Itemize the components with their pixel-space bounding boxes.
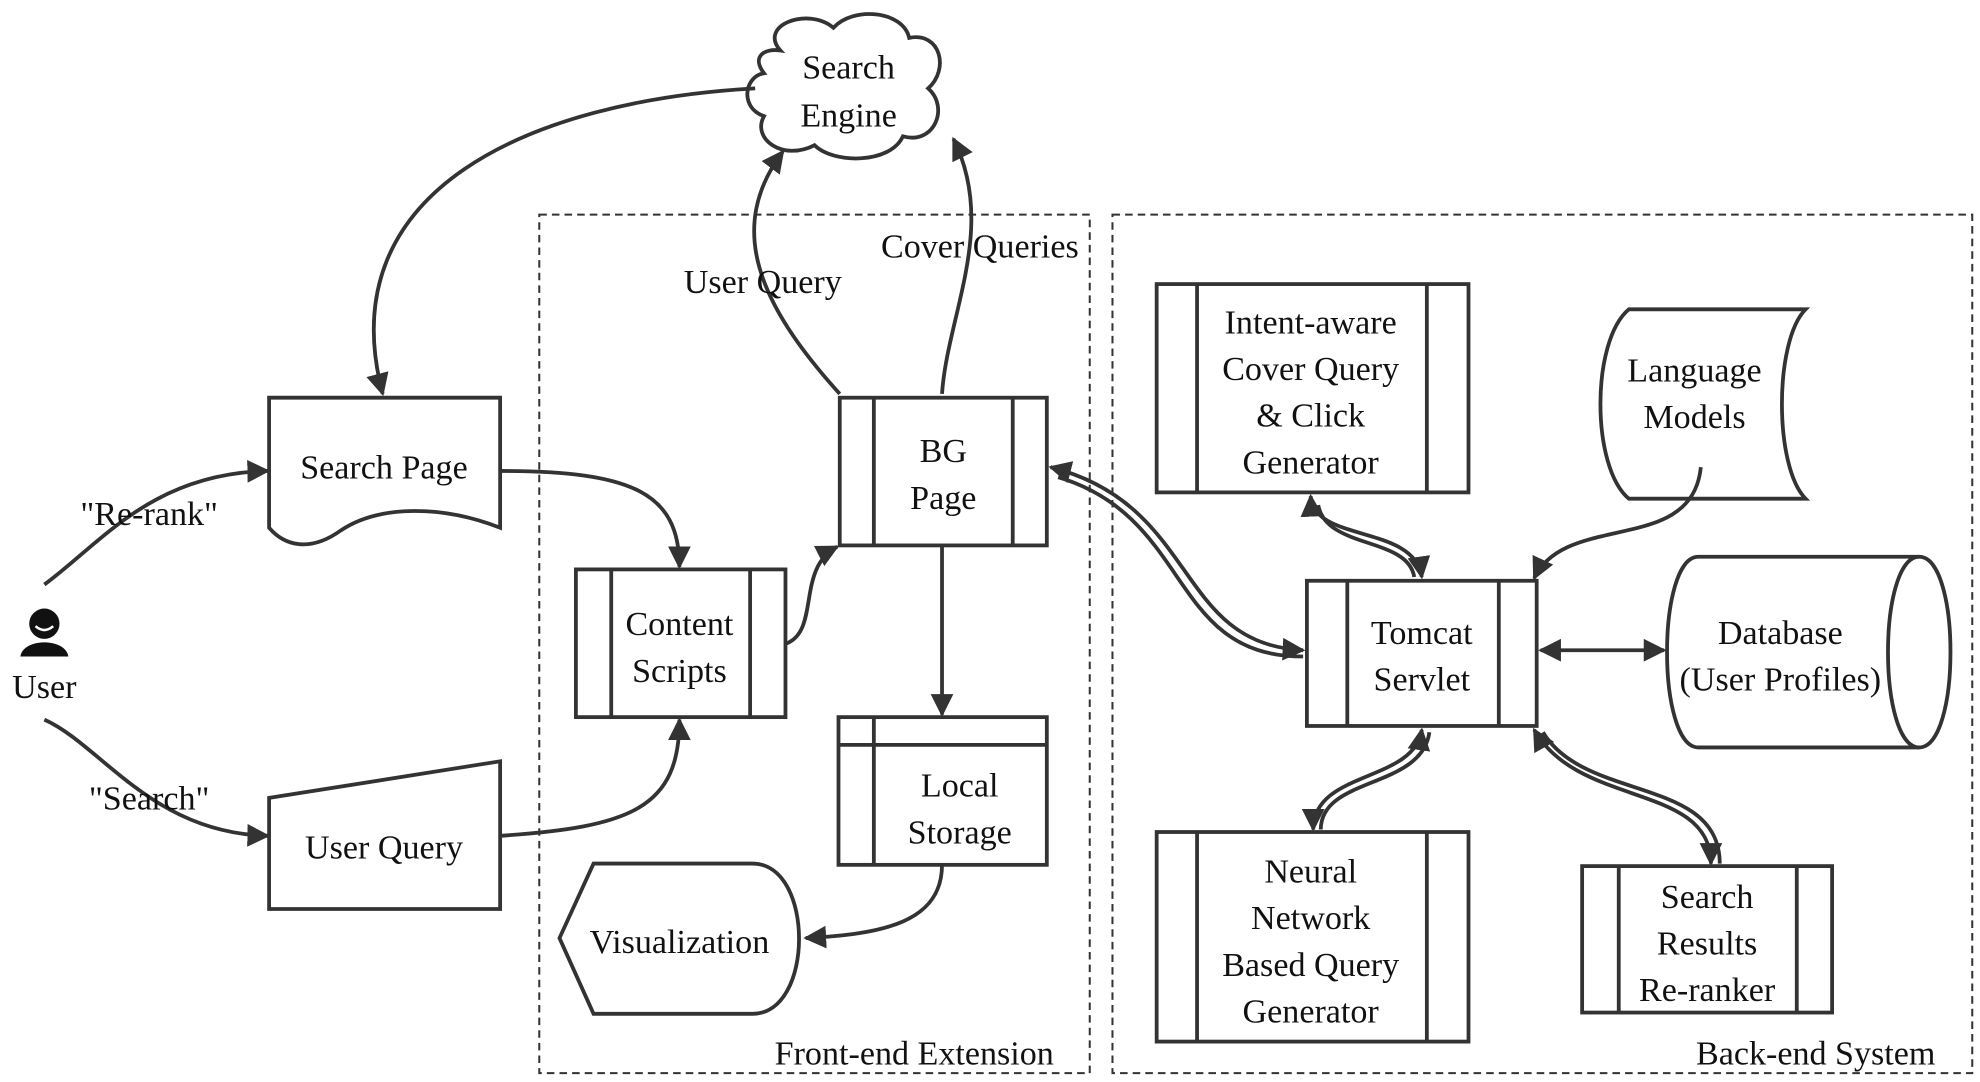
intent-aware-generator-node: Intent-aware Cover Query & Click Generat… xyxy=(1154,282,1471,495)
user-query-node: User Query xyxy=(267,759,503,911)
local-storage-node: Local Storage xyxy=(836,715,1049,867)
content-scripts-label-1: Content xyxy=(625,606,733,643)
edge-content-to-bg xyxy=(784,544,840,646)
intent-aware-label-2: Cover Query xyxy=(1222,351,1399,388)
neural-network-label-2: Network xyxy=(1251,900,1371,937)
tomcat-servlet-node: Tomcat Servlet xyxy=(1305,578,1539,728)
neural-network-generator-node: Neural Network Based Query Generator xyxy=(1154,830,1471,1044)
edge-bg-cover-queries xyxy=(940,136,974,395)
user-node: User xyxy=(12,608,77,706)
database-label-1: Database xyxy=(1718,615,1843,652)
bg-page-label-2: Page xyxy=(910,480,976,517)
user-label: User xyxy=(12,669,77,706)
bg-page-node: BG Page xyxy=(837,395,1049,548)
edge-label-user-query: User Query xyxy=(684,264,842,301)
neural-network-label-1: Neural xyxy=(1264,854,1357,891)
visualization-node: Visualization xyxy=(557,861,801,1016)
reranker-label-3: Re-ranker xyxy=(1639,972,1776,1009)
language-models-node: Language Models xyxy=(1598,307,1811,501)
search-results-reranker-node: Search Results Re-ranker xyxy=(1580,864,1835,1015)
intent-aware-label-1: Intent-aware xyxy=(1225,304,1397,341)
edge-label-rerank: "Re-rank" xyxy=(80,496,218,533)
content-scripts-label-2: Scripts xyxy=(632,653,727,690)
reranker-label-2: Results xyxy=(1657,925,1757,962)
edge-bg-tomcat-1 xyxy=(1048,461,1306,661)
user-query-label: User Query xyxy=(305,830,463,867)
visualization-label: Visualization xyxy=(590,924,770,961)
edge-label-cover-queries: Cover Queries xyxy=(881,229,1079,266)
backend-group-label: Back-end System xyxy=(1696,1035,1935,1072)
bg-page-label-1: BG xyxy=(920,433,967,470)
language-models-label-2: Models xyxy=(1643,399,1745,436)
edge-tomcat-neural xyxy=(1301,727,1431,832)
edge-engine-to-searchpage xyxy=(366,86,756,397)
edge-searchpage-to-content xyxy=(500,469,691,570)
tomcat-label-2: Servlet xyxy=(1374,662,1471,699)
content-scripts-node: Content Scripts xyxy=(573,567,788,720)
edge-user-to-userquery xyxy=(43,717,271,847)
tomcat-label-1: Tomcat xyxy=(1371,615,1473,652)
language-models-label-1: Language xyxy=(1627,352,1761,389)
user-icon xyxy=(20,608,69,657)
edge-intent-tomcat xyxy=(1300,493,1431,580)
intent-aware-label-4: Generator xyxy=(1243,444,1380,481)
local-storage-label-2: Storage xyxy=(908,814,1012,851)
system-architecture-diagram: Front-end Extension Back-end System Sear… xyxy=(12,12,1974,1075)
search-engine-label-2: Engine xyxy=(800,97,897,134)
search-page-node: Search Page xyxy=(267,395,503,547)
intent-aware-label-3: & Click xyxy=(1256,398,1366,435)
database-node: Database (User Profiles) xyxy=(1665,554,1953,750)
frontend-group-label: Front-end Extension xyxy=(775,1035,1054,1072)
local-storage-label-1: Local xyxy=(921,768,999,805)
search-engine-label-1: Search xyxy=(802,49,895,86)
edge-tomcat-reranker xyxy=(1532,727,1723,866)
neural-network-label-4: Generator xyxy=(1243,994,1380,1031)
search-page-label: Search Page xyxy=(300,450,467,487)
database-label-2: (User Profiles) xyxy=(1680,662,1882,699)
neural-network-label-3: Based Query xyxy=(1222,947,1399,984)
reranker-label-1: Search xyxy=(1661,879,1754,916)
edge-storage-to-visualization xyxy=(803,864,944,949)
edge-userquery-to-content xyxy=(500,717,691,838)
search-engine-node: Search Engine xyxy=(745,12,942,161)
edge-label-search: "Search" xyxy=(89,780,210,817)
